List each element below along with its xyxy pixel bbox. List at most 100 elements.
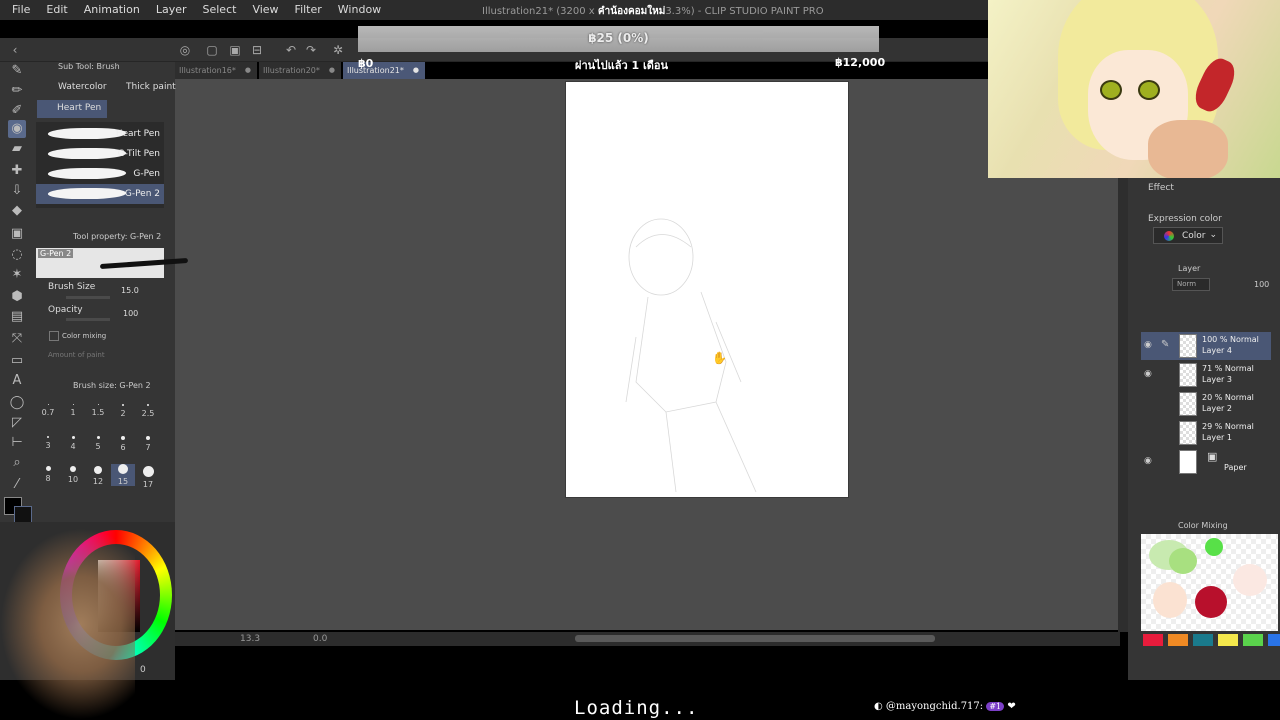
- layer-row-4[interactable]: ◉ ✎ 100 % Normal Layer 4: [1141, 332, 1271, 360]
- opacity-slider[interactable]: [66, 318, 110, 321]
- menu-select[interactable]: Select: [195, 0, 245, 20]
- move-layer-icon[interactable]: ▣: [8, 225, 26, 243]
- decoration-tool-icon[interactable]: ✚: [8, 162, 26, 180]
- undo-icon[interactable]: ↶: [284, 43, 298, 57]
- tab-illustration16[interactable]: Illustration16* ●: [175, 62, 257, 79]
- menu-animation[interactable]: Animation: [76, 0, 148, 20]
- chat-message: ◐ @mayongchid.717: #1 ❤: [874, 701, 1016, 712]
- color-swatch[interactable]: [1268, 634, 1280, 646]
- settings-icon[interactable]: ✲: [331, 43, 345, 57]
- ruler-icon[interactable]: ⊢: [8, 434, 26, 452]
- brush-size-option[interactable]: 4: [61, 436, 85, 451]
- tab-watercolor[interactable]: Watercolor: [38, 79, 107, 97]
- canvas-paper[interactable]: [565, 81, 849, 498]
- text-tool-icon[interactable]: A: [8, 372, 26, 390]
- figure-icon[interactable]: ▭: [8, 352, 26, 370]
- open-icon[interactable]: ▣: [228, 43, 242, 57]
- brush-tool-icon[interactable]: ✐: [8, 102, 26, 120]
- brush-size-value[interactable]: 15.0: [121, 286, 139, 295]
- close-icon[interactable]: ●: [329, 66, 335, 74]
- lasso-icon[interactable]: ◌: [8, 246, 26, 264]
- save-icon[interactable]: ⊟: [250, 43, 264, 57]
- tab-illustration21[interactable]: Illustration21* ●: [343, 62, 425, 79]
- subtool-header: Sub Tool: Brush: [58, 62, 120, 71]
- tab-heart-pen[interactable]: Heart Pen: [37, 100, 107, 118]
- color-mixing-canvas[interactable]: [1141, 534, 1278, 631]
- blend-mode-dropdown[interactable]: Norm: [1172, 278, 1210, 291]
- brush-size-option[interactable]: 17: [136, 466, 160, 489]
- color-mixing-checkbox[interactable]: [49, 331, 59, 341]
- layer-row-3[interactable]: ◉ 71 % Normal Layer 3: [1141, 361, 1271, 389]
- close-icon[interactable]: ●: [413, 66, 419, 74]
- brush-size-slider[interactable]: [66, 296, 110, 299]
- donation-period: ผ่านไปแล้ว 1 เดือน: [575, 59, 669, 72]
- eyedropper-icon[interactable]: ⁄: [8, 476, 26, 494]
- brush-size-option[interactable]: 8: [36, 466, 60, 483]
- tab-illustration20[interactable]: Illustration20* ●: [259, 62, 341, 79]
- pen-icon: ✎: [1161, 339, 1170, 350]
- zoom-value[interactable]: 13.3: [240, 634, 260, 644]
- rotation-value[interactable]: 0.0: [313, 634, 327, 644]
- navigator-icon[interactable]: ◎: [178, 43, 192, 57]
- color-swatch[interactable]: [1193, 634, 1213, 646]
- brush-size-option[interactable]: 12: [86, 466, 110, 486]
- brush-g-pen-2[interactable]: G-Pen 2: [36, 184, 164, 204]
- redo-icon[interactable]: ↷: [304, 43, 318, 57]
- brush-size-option[interactable]: 1: [61, 404, 85, 417]
- brush-size-option-selected[interactable]: 15: [111, 464, 135, 486]
- menu-file[interactable]: File: [4, 0, 38, 20]
- brush-size-option[interactable]: 1.5: [86, 404, 110, 417]
- chat-badge: #1: [986, 702, 1005, 711]
- eye-icon[interactable]: ◉: [1144, 340, 1152, 350]
- layer-opacity-value[interactable]: 100: [1254, 280, 1269, 289]
- arrow-icon[interactable]: ‹: [8, 43, 22, 57]
- color-swatch[interactable]: [1243, 634, 1263, 646]
- brush-size-option[interactable]: 0.7: [36, 404, 60, 417]
- blend-tool-icon[interactable]: ⇩: [8, 182, 26, 200]
- eye-icon[interactable]: ◉: [1144, 456, 1152, 466]
- layer-row-2[interactable]: 20 % Normal Layer 2: [1141, 390, 1271, 418]
- color-swatch[interactable]: [1218, 634, 1238, 646]
- bucket-icon[interactable]: ⬢: [8, 288, 26, 306]
- layer-row-1[interactable]: 29 % Normal Layer 1: [1141, 419, 1271, 447]
- brush-heart-pen[interactable]: Heart Pen: [36, 124, 164, 144]
- brush-size-option[interactable]: 2.5: [136, 404, 160, 418]
- pencil-tool-icon[interactable]: ✏: [8, 82, 26, 100]
- zoom-icon[interactable]: ⌕: [8, 454, 26, 472]
- brush-g-pen[interactable]: G-Pen: [36, 164, 164, 184]
- opacity-value[interactable]: 100: [123, 309, 138, 318]
- new-file-icon[interactable]: ▢: [205, 43, 219, 57]
- gradient-icon[interactable]: ▤: [8, 308, 26, 326]
- color-mixing-header: Color Mixing: [1178, 521, 1228, 530]
- operation-icon[interactable]: ⤧: [8, 330, 26, 348]
- tab-thick-paint[interactable]: Thick paint: [106, 79, 176, 97]
- magic-wand-icon[interactable]: ✶: [8, 266, 26, 284]
- close-icon[interactable]: ●: [245, 66, 251, 74]
- scrollbar-thumb[interactable]: [575, 635, 935, 642]
- pen-tool-icon[interactable]: ✎: [8, 62, 26, 80]
- menu-filter[interactable]: Filter: [287, 0, 330, 20]
- menu-layer[interactable]: Layer: [148, 0, 195, 20]
- brush-size-option[interactable]: 6: [111, 436, 135, 452]
- brush-size-option[interactable]: 7: [136, 436, 160, 452]
- brush-size-option[interactable]: 3: [36, 436, 60, 450]
- balloon-icon[interactable]: ◯: [8, 394, 26, 412]
- brush-size-option[interactable]: 10: [61, 466, 85, 484]
- eye-icon[interactable]: ◉: [1144, 369, 1152, 379]
- brush-size-option[interactable]: 5: [86, 436, 110, 451]
- preview-name: G-Pen 2: [38, 249, 74, 258]
- menu-window[interactable]: Window: [330, 0, 389, 20]
- brush-size-option[interactable]: 2: [111, 404, 135, 418]
- airbrush-tool-icon[interactable]: ◉: [8, 120, 26, 138]
- menu-view[interactable]: View: [244, 0, 286, 20]
- brush-preview: G-Pen 2: [36, 248, 189, 278]
- expression-color-dropdown[interactable]: Color ⌄: [1153, 227, 1223, 244]
- color-swatch[interactable]: [1143, 634, 1163, 646]
- color-swatch[interactable]: [1168, 634, 1188, 646]
- fill-tool-icon[interactable]: ◆: [8, 202, 26, 220]
- menu-edit[interactable]: Edit: [38, 0, 75, 20]
- layer-row-paper[interactable]: ◉ ▣ Paper: [1141, 448, 1271, 476]
- brush-g-tilt-pen[interactable]: G-Tilt Pen: [36, 144, 164, 164]
- frame-icon[interactable]: ◸: [8, 414, 26, 432]
- eraser-tool-icon[interactable]: ▰: [8, 140, 26, 158]
